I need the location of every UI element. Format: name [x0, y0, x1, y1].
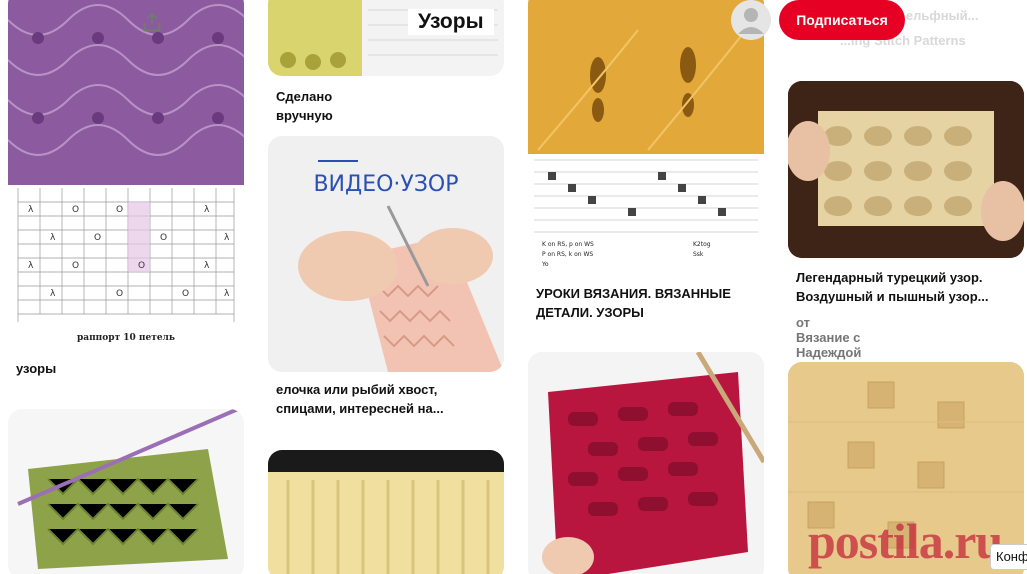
- pin-title-col3-a-line2: ДЕТАЛИ. УЗОРЫ: [536, 305, 644, 320]
- legend-item-2: P on RS, k on WS: [542, 251, 593, 258]
- avatar[interactable]: [731, 0, 771, 40]
- video-pattern-photo: ВИДЕО·УЗОР: [268, 136, 504, 372]
- corner-tab[interactable]: Конф: [990, 544, 1027, 570]
- pin-title-col2-b-line2: спицами, интересней на...: [276, 401, 444, 416]
- share-button[interactable]: [130, 2, 174, 42]
- svg-text:O: O: [94, 233, 101, 243]
- svg-text:λ: λ: [28, 205, 34, 215]
- svg-text:O: O: [116, 289, 123, 299]
- pin-title-col3-a[interactable]: УРОКИ ВЯЗАНИЯ. ВЯЗАННЫЕ ДЕТАЛИ. УЗОРЫ: [536, 284, 756, 322]
- svg-text:O: O: [72, 261, 79, 271]
- user-silhouette-icon: [731, 0, 771, 40]
- pin-title-col2-b-line1: елочка или рыбий хвост,: [276, 382, 438, 397]
- svg-text:λ: λ: [50, 289, 56, 299]
- ghost-title-1: ...ельфный...: [895, 8, 979, 23]
- svg-text:λ: λ: [28, 261, 34, 271]
- pin-title-col3-a-line1: УРОКИ ВЯЗАНИЯ. ВЯЗАННЫЕ: [536, 286, 731, 301]
- svg-text:λ: λ: [50, 233, 56, 243]
- legend-item-1: K on RS, p on WS: [542, 241, 594, 248]
- video-pattern-label: ВИДЕО·УЗОР: [313, 172, 458, 197]
- yellow-lace-chart-photo: K on RS, p on WS P on RS, k on WS Yo K2t…: [528, 0, 764, 274]
- legend-item-5: Ssk: [693, 251, 704, 258]
- pin-title-col4-a-line2: Воздушный и пышный узор...: [796, 289, 989, 304]
- pin-image-turkish-pattern[interactable]: [788, 81, 1024, 258]
- pin-image-video-pattern[interactable]: ВИДЕО·УЗОР: [268, 136, 504, 372]
- svg-text:λ: λ: [204, 261, 210, 271]
- chart-caption: раппорт 10 петель: [77, 333, 175, 343]
- svg-text:λ: λ: [224, 289, 230, 299]
- pin-title-col4-a[interactable]: Легендарный турецкий узор. Воздушный и п…: [796, 268, 1016, 306]
- pin-title-col2-b[interactable]: елочка или рыбий хвост, спицами, интерес…: [276, 380, 496, 418]
- pin-image-red-basketweave[interactable]: [528, 352, 764, 574]
- share-icon: [143, 12, 161, 32]
- svg-text:O: O: [138, 261, 145, 271]
- yellow-rib-photo: [268, 450, 504, 574]
- legend-item-3: Yo: [541, 261, 549, 268]
- pin-image-green-herringbone[interactable]: [8, 409, 244, 574]
- pin-image-yellow-rib[interactable]: [268, 450, 504, 574]
- svg-text:O: O: [160, 233, 167, 243]
- legend-item-4: K2tog: [693, 241, 711, 248]
- pin-title-col4-a-line1: Легендарный турецкий узор.: [796, 270, 983, 285]
- page-title: Узоры: [408, 9, 494, 35]
- pin-source-col4-a[interactable]: от Вязание с Надеждой: [796, 315, 861, 360]
- green-herringbone-photo: [8, 409, 244, 574]
- site-watermark: postila.ru: [808, 513, 1003, 569]
- red-basketweave-photo: [528, 352, 764, 574]
- svg-text:λ: λ: [204, 205, 210, 215]
- turkish-pattern-photo: [788, 81, 1024, 258]
- pin-title-col2-a[interactable]: Сделано вручную: [276, 87, 333, 125]
- pin-image-yellow-lace-chart[interactable]: K on RS, p on WS P on RS, k on WS Yo K2t…: [528, 0, 764, 274]
- svg-text:O: O: [116, 205, 123, 215]
- subscribe-button[interactable]: Подписаться: [779, 0, 905, 40]
- pin-image-purple-lace[interactable]: λ O Oλ λ O Oλ λ O Oλ λ O Oλ раппорт 10 петель: [8, 0, 244, 348]
- pin-title-col1-a[interactable]: узоры: [16, 359, 56, 378]
- svg-text:λ: λ: [224, 233, 230, 243]
- purple-lace-photo: λ O Oλ λ O Oλ λ O Oλ λ O Oλ раппорт 10 петель: [8, 0, 244, 348]
- svg-text:O: O: [72, 205, 79, 215]
- svg-text:O: O: [182, 289, 189, 299]
